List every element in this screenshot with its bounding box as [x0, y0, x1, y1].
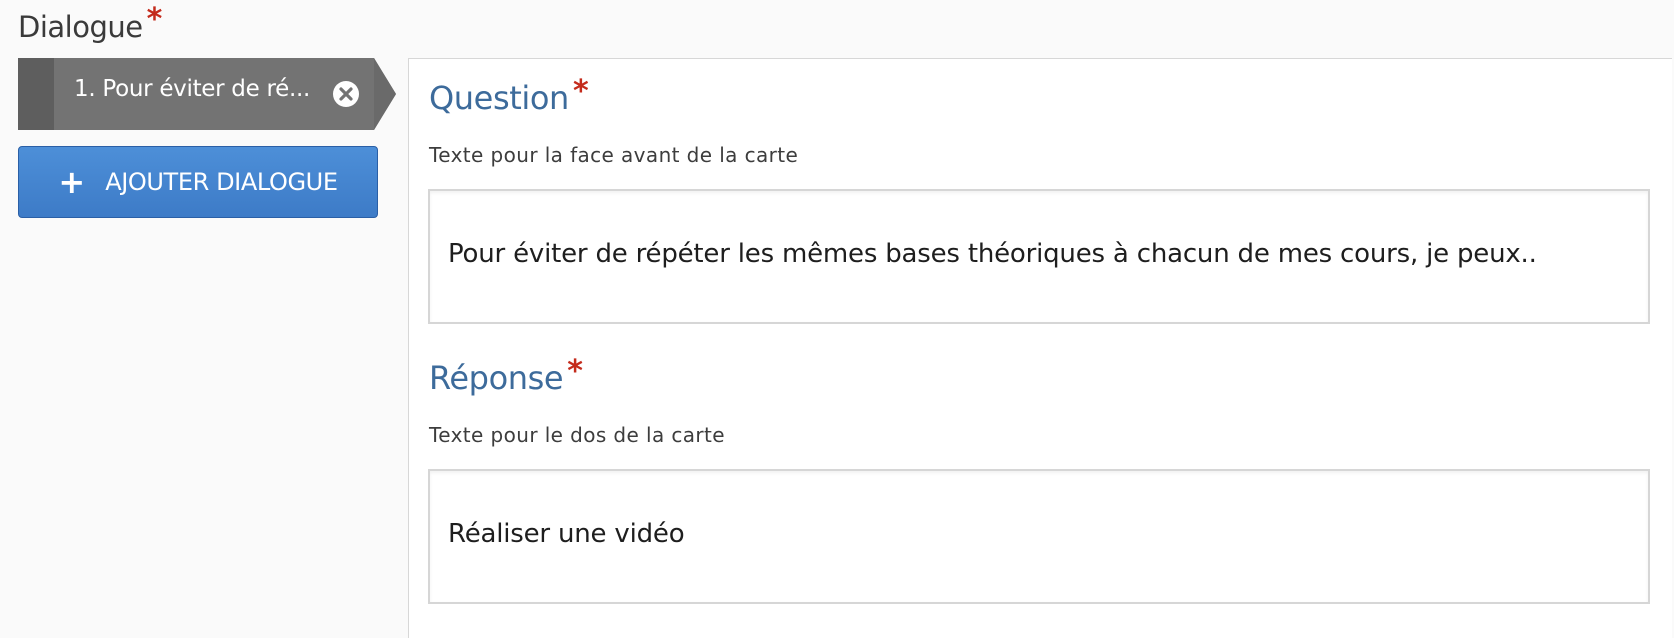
add-dialogue-button[interactable]: + AJOUTER DIALOGUE	[18, 146, 378, 218]
required-marker: *	[567, 354, 583, 389]
dialogue-list-item-label: 1. Pour éviter de ré...	[74, 76, 311, 102]
plus-icon: +	[58, 163, 86, 201]
question-title-text: Question	[429, 79, 569, 117]
dialogue-editor: Dialogue * 1. Pour éviter de ré... + AJOU…	[0, 0, 1674, 638]
answer-input-value: Réaliser une vidéo	[448, 519, 685, 549]
close-circle-icon[interactable]	[332, 80, 360, 108]
dialogue-list-item[interactable]: 1. Pour éviter de ré...	[18, 58, 398, 130]
question-input[interactable]: Pour éviter de répéter les mêmes bases t…	[428, 189, 1650, 324]
answer-title: Réponse *	[429, 354, 583, 397]
required-marker: *	[572, 74, 589, 109]
answer-title-text: Réponse	[429, 359, 564, 397]
section-label-text: Dialogue	[18, 10, 143, 44]
dialogue-editor-panel: Question * Texte pour la face avant de la…	[408, 58, 1672, 638]
answer-description: Texte pour le dos de la carte	[429, 423, 725, 447]
question-input-value: Pour éviter de répéter les mêmes bases t…	[448, 239, 1537, 269]
drag-handle[interactable]	[18, 58, 54, 130]
question-title: Question *	[429, 74, 589, 117]
question-description: Texte pour la face avant de la carte	[429, 143, 799, 167]
answer-input[interactable]: Réaliser une vidéo	[428, 469, 1650, 604]
required-marker: *	[146, 2, 163, 37]
add-dialogue-button-label: AJOUTER DIALOGUE	[105, 168, 338, 196]
section-label: Dialogue *	[18, 2, 162, 45]
